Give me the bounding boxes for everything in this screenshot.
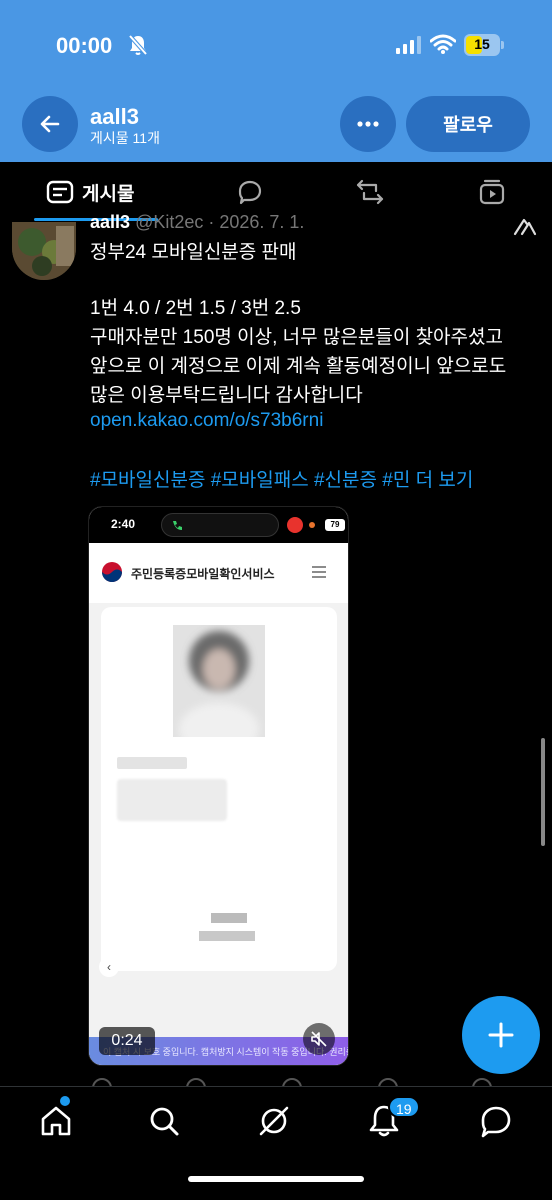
scrollbar[interactable]	[541, 738, 545, 846]
video-duration: 0:24	[99, 1027, 155, 1055]
hashtag-list[interactable]: #모바일신분증 #모바일패스 #신분증 #민	[90, 470, 410, 491]
post-link[interactable]: open.kakao.com/o/s73b6rni	[90, 410, 323, 432]
battery-level: 15	[474, 36, 490, 52]
tab-posts-label: 게시물	[82, 183, 135, 205]
video-phone-battery: 79	[325, 519, 345, 531]
plus-icon	[488, 1022, 514, 1048]
korea-emblem-icon	[102, 562, 122, 582]
search-icon[interactable]	[146, 1103, 182, 1139]
wifi-icon	[430, 34, 456, 54]
post-text-line: 정부24 모바일신분증 판매	[90, 242, 297, 263]
video-prev-arrow-icon: ‹	[99, 957, 119, 977]
arrow-left-icon	[40, 115, 60, 133]
post-handle-date: @Kit2ec · 2026. 7. 1.	[135, 212, 305, 232]
messages-icon[interactable]	[478, 1103, 514, 1139]
profile-header: 00:00 15 aall3 게시물 11개 팔로우	[0, 0, 552, 162]
tab-media[interactable]	[478, 178, 506, 206]
video-phone-status-bar: 2:40 79	[89, 507, 348, 543]
video-id-card	[101, 607, 337, 971]
grok-icon[interactable]	[512, 216, 538, 236]
blurred-name	[117, 757, 187, 769]
back-button[interactable]	[22, 96, 78, 152]
post-header: aall3 @Kit2ec · 2026. 7. 1.	[90, 212, 304, 234]
grok-nav-icon[interactable]	[256, 1103, 292, 1139]
avatar-image	[12, 222, 76, 280]
post-count: 게시물 11개	[90, 130, 160, 146]
home-icon[interactable]	[38, 1103, 74, 1139]
post-hashtags: #모바일신분증 #모바일패스 #신분증 #민 더 보기	[90, 465, 473, 492]
profile-name: aall3	[90, 104, 139, 129]
video-phone-time: 2:40	[111, 517, 136, 531]
tab-replies[interactable]	[236, 178, 264, 206]
home-new-dot	[60, 1096, 70, 1106]
hamburger-menu-icon	[312, 566, 326, 578]
post-author[interactable]: aall3	[90, 212, 130, 232]
mute-button[interactable]	[303, 1023, 335, 1055]
battery-indicator: 15	[464, 34, 504, 56]
post-text-line: 앞으로 이 계정으로 이제 계속 활동예정이니 앞으로도	[90, 356, 507, 377]
notifications-badge: 19	[388, 1096, 420, 1118]
profile-page: 00:00 15 aall3 게시물 11개 팔로우 게시물 aall3 @Ki…	[0, 0, 552, 1200]
tab-reposts[interactable]	[356, 178, 384, 206]
post-text-line: 1번 4.0 / 2번 1.5 / 3번 2.5	[90, 298, 301, 319]
blurred-details	[117, 779, 227, 821]
blurred-portrait-image	[173, 625, 265, 737]
more-options-button[interactable]	[340, 96, 396, 152]
speaker-muted-icon	[311, 1031, 327, 1047]
show-more-link[interactable]: 더 보기	[416, 470, 474, 491]
cellular-signal-icon	[396, 36, 421, 54]
post-text-line: 많은 이용부탁드립니다 감사합니다	[90, 385, 363, 406]
status-time: 00:00	[56, 33, 113, 58]
blurred-id-photo	[173, 625, 265, 737]
video-app-title: 주민등록증모바일확인서비스	[131, 567, 275, 581]
avatar[interactable]	[12, 222, 76, 280]
post-text-line: 구매자분만 150명 이상, 너무 많은분들이 찾아주셨고	[90, 327, 503, 348]
phone-call-icon	[173, 521, 182, 530]
blurred-code	[211, 913, 247, 923]
home-indicator	[188, 1176, 364, 1182]
compose-post-button[interactable]	[462, 996, 540, 1074]
blurred-code	[199, 931, 255, 941]
status-bar: 00:00 15	[0, 0, 552, 90]
more-dots-icon	[357, 121, 379, 127]
posts-icon	[46, 180, 74, 204]
dynamic-island: 79	[161, 513, 348, 537]
follow-button[interactable]: 팔로우	[406, 96, 530, 152]
bell-off-icon	[128, 34, 148, 56]
bottom-navigation	[0, 1086, 552, 1200]
video-app-header: 주민등록증모바일확인서비스	[89, 543, 348, 603]
post-video[interactable]: 2:40 79 주민등록증모바일확인서비스 ‹ 이 캡처 시 보호 중입니다. …	[88, 506, 349, 1066]
